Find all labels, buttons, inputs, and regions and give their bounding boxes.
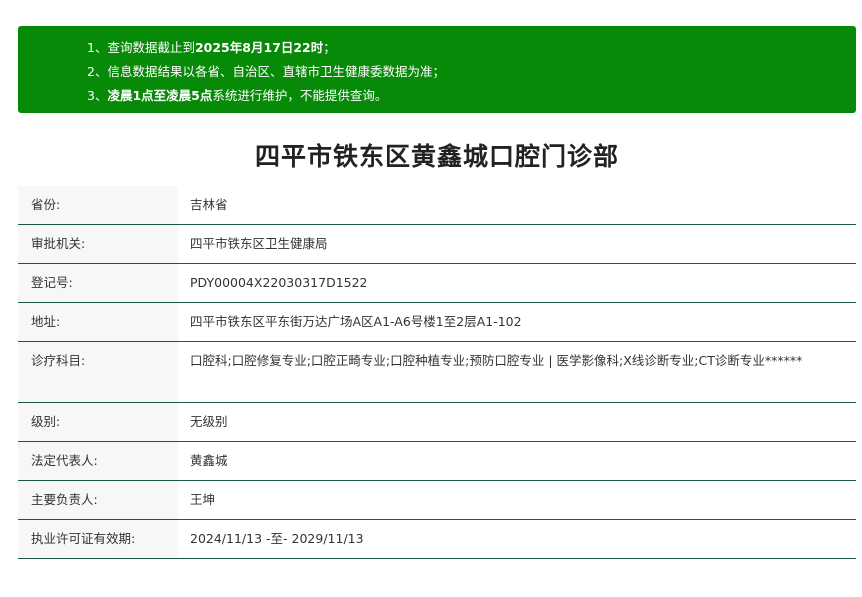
- notice-line-1-suffix: ；: [323, 40, 336, 55]
- notice-line-3-prefix: 3、: [87, 88, 108, 103]
- row-value: 四平市铁东区卫生健康局: [190, 236, 328, 251]
- page-title: 四平市铁东区黄鑫城口腔门诊部: [254, 142, 619, 171]
- row-value: 2024/11/13 -至- 2029/11/13: [190, 531, 364, 546]
- row-value: 四平市铁东区平东街万达广场A区A1-A6号楼1至2层A1-102: [190, 314, 522, 329]
- row-province: 省份: 吉林省: [18, 186, 856, 225]
- row-label: 审批机关:: [18, 225, 178, 263]
- notice-line-2: 2、信息数据结果以各省、自治区、直辖市卫生健康委数据为准；: [87, 64, 445, 79]
- row-value: 口腔科;口腔修复专业;口腔正畸专业;口腔种植专业;预防口腔专业 | 医学影像科;…: [190, 353, 803, 368]
- row-label: 级别:: [18, 403, 178, 441]
- notice-line-1-date: 2025年8月17日22时: [194, 40, 324, 55]
- row-value: 黄鑫城: [190, 453, 228, 468]
- row-level: 级别: 无级别: [18, 403, 856, 442]
- row-value: 王坤: [190, 492, 216, 507]
- row-label: 地址:: [18, 303, 178, 341]
- row-value: PDY00004X22030317D1522: [190, 275, 368, 290]
- row-value: 吉林省: [190, 197, 228, 212]
- notice-banner: 1、查询数据截止到2025年8月17日22时； 2、信息数据结果以各省、自治区、…: [18, 26, 856, 113]
- row-label: 登记号:: [18, 264, 178, 302]
- row-departments: 诊疗科目: 口腔科;口腔修复专业;口腔正畸专业;口腔种植专业;预防口腔专业 | …: [18, 342, 856, 403]
- row-legal-representative: 法定代表人: 黄鑫城: [18, 442, 856, 481]
- row-approval-authority: 审批机关: 四平市铁东区卫生健康局: [18, 225, 856, 264]
- notice-line-1: 1、查询数据截止到2025年8月17日22时；: [87, 36, 856, 60]
- row-registration-no: 登记号: PDY00004X22030317D1522: [18, 264, 856, 303]
- row-label: 省份:: [18, 186, 178, 224]
- row-address: 地址: 四平市铁东区平东街万达广场A区A1-A6号楼1至2层A1-102: [18, 303, 856, 342]
- row-label: 法定代表人:: [18, 442, 178, 480]
- row-label: 诊疗科目:: [18, 342, 178, 402]
- notice-line-3-suffix: 系统进行维护，不能提供查询。: [212, 88, 388, 103]
- notice-line-3: 3、凌晨1点至凌晨5点系统进行维护，不能提供查询。: [87, 84, 856, 108]
- notice-line-1-prefix: 1、查询数据截止到: [87, 40, 195, 55]
- row-principal: 主要负责人: 王坤: [18, 481, 856, 520]
- row-label: 主要负责人:: [18, 481, 178, 519]
- notice-line-3-time: 凌晨1点至凌晨5点: [107, 88, 213, 103]
- row-value: 无级别: [190, 414, 228, 429]
- row-label: 执业许可证有效期:: [18, 520, 178, 558]
- info-table: 省份: 吉林省 审批机关: 四平市铁东区卫生健康局 登记号: PDY00004X…: [18, 186, 856, 559]
- row-license-validity: 执业许可证有效期: 2024/11/13 -至- 2029/11/13: [18, 520, 856, 559]
